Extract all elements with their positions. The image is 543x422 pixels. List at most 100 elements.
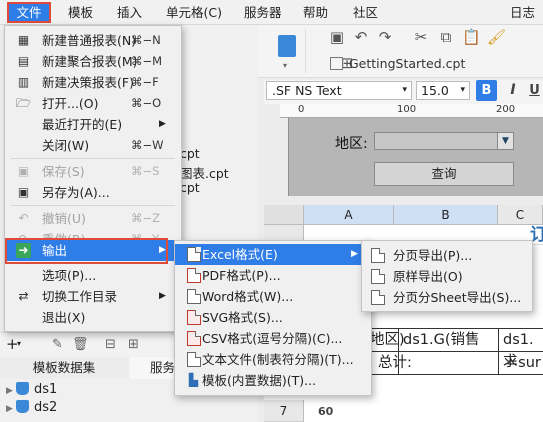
menu-item-label: 新建决策报表(F) [42,75,134,90]
menu-separator [11,158,175,159]
expand-icon[interactable]: ▶ [6,382,16,400]
template-dataset-button[interactable]: ▾ [266,29,306,73]
copy-icon[interactable]: ⧉ [437,28,455,46]
svg-icon [186,310,201,325]
undo-icon: ↶ [18,211,29,225]
italic-button[interactable]: I [503,80,523,101]
font-size-select[interactable]: 15.0 ▾ [416,81,470,100]
menu-help[interactable]: 帮助 [299,3,332,22]
template-icon: ▙ [188,373,199,387]
dataset-item-ds1[interactable]: ▶ ds1 [6,381,57,399]
menu-item-label: 撤销(U) [42,211,86,226]
menu-item-word[interactable]: Word格式(W)... [175,286,371,307]
row-header[interactable]: 7 [264,400,304,422]
menu-cell[interactable]: 单元格(C) [162,3,226,22]
menu-item-excel[interactable]: Excel格式(E) ▶ [175,244,371,265]
underline-button[interactable]: U [526,80,543,101]
dropdown-arrow-icon[interactable]: ▼ [497,133,513,149]
excel-submenu: 分页导出(P)... 原样导出(O) 分页分Sheet导出(S)... [361,240,533,312]
database-icon [16,400,29,413]
menu-item-open[interactable]: 🗁 打开...(O) ⌘−O [5,93,181,114]
bold-button[interactable]: B [476,80,497,101]
column-header-a[interactable]: A [304,205,394,225]
menu-item-shortcut: ⌘−F [131,75,159,89]
menu-item-switch-dir[interactable]: ⇄ 切换工作目录 ▶ [5,286,181,307]
menu-item-excel-paged[interactable]: 分页导出(P)... [362,245,532,266]
menu-log[interactable]: 日志 [506,3,539,22]
menu-item-save-as[interactable]: ▣ 另存为(A)... [5,182,181,203]
menu-item-new-decision-report[interactable]: ▥ 新建决策报表(F) ⌘−F [5,72,181,93]
menu-insert[interactable]: 插入 [113,3,146,22]
tab-template-datasets[interactable]: 模板数据集 [0,357,128,379]
menu-item-options[interactable]: 选项(P)... [5,265,181,286]
menu-item-pdf[interactable]: PDF格式(P)... [175,265,371,286]
ruler-mark: 200 [496,104,516,115]
menu-item-csv[interactable]: CSV格式(逗号分隔)(C)... [175,328,371,349]
cell-c4[interactable]: =sur [506,352,541,374]
cell-b3[interactable]: ds1.G(销售 [403,329,480,351]
query-button[interactable]: 查询 [374,162,514,186]
menu-item-template-builtin[interactable]: ▙ 模板(内置数据)(T)... [175,370,371,391]
pdf-icon [186,268,201,283]
text-file-icon [186,352,201,367]
area-combobox[interactable]: ▼ [374,132,514,150]
menu-item-shortcut: ⌘−Z [131,211,161,225]
menu-item-label: 切换工作目录 [42,289,118,304]
menu-item-close[interactable]: 关闭(W) ⌘−W [5,135,181,156]
menu-item-label: 原样导出(O) [393,269,463,284]
submenu-arrow-icon: ▶ [159,119,166,129]
horizontal-ruler: 0 100 200 [280,104,543,118]
menu-item-svg[interactable]: SVG格式(S)... [175,307,371,328]
tab-label: GettingStarted.cpt [349,56,466,71]
highlight-box [5,238,168,264]
menu-item-new-normal-report[interactable]: ▦ 新建普通报表(N) ⌘−N [5,30,181,51]
chevron-down-icon[interactable]: ▾ [17,339,21,348]
save-as-icon: ▣ [17,185,30,199]
file-list-item[interactable]: cpt [180,180,200,195]
file-list-item[interactable]: cpt [180,146,200,161]
column-header-b[interactable]: B [394,205,498,225]
undo-icon[interactable]: ↶ [352,28,370,46]
database-icon [16,382,29,395]
cut-icon[interactable]: ✂ [412,28,430,46]
format-brush-icon[interactable]: 🖌 [487,28,506,46]
menu-item-label: 打开...(O) [42,96,99,111]
menu-server[interactable]: 服务器 [240,3,286,22]
menubar: 文件 模板 插入 单元格(C) 服务器 帮助 社区 日志 [0,0,543,25]
menu-template[interactable]: 模板 [64,3,97,22]
menu-item-undo[interactable]: ↶ 撤销(U) ⌘−Z [5,208,181,229]
expand-icon[interactable]: ▶ [6,400,16,418]
paste-icon[interactable]: 📋 [462,28,481,46]
word-icon [186,289,201,304]
edit-icon[interactable]: ✎ [52,337,63,352]
menu-item-label: Excel格式(E) [202,247,278,262]
menu-community[interactable]: 社区 [349,3,382,22]
preview-icon[interactable]: ⊟ [105,337,116,352]
redo-icon[interactable]: ↷ [376,28,394,46]
menu-file[interactable]: 文件 [7,2,51,23]
dataset-item-ds2[interactable]: ▶ ds2 [6,399,57,417]
menu-item-excel-sheet[interactable]: 分页分Sheet导出(S)... [362,287,532,308]
ruler-value: 60 [318,405,334,418]
font-family-select[interactable]: .SF NS Text ▾ [266,81,412,100]
menu-separator [11,205,175,206]
export-submenu: Excel格式(E) ▶ PDF格式(P)... Word格式(W)... SVG… [174,240,372,396]
menu-item-save[interactable]: ▣ 保存(S) ⌘−S [5,161,181,182]
tab-report-file[interactable]: GettingStarted.cpt [330,53,540,75]
menu-item-label: 关闭(W) [42,138,90,153]
grid-corner [264,205,304,225]
menu-item-recent[interactable]: 最近打开的(E) ▶ [5,114,181,135]
submenu-arrow-icon: ▶ [351,249,358,259]
server-dataset-icon[interactable]: ⊞ [128,337,139,352]
cell-b4[interactable]: 总计: [378,352,412,374]
menu-item-label: PDF格式(P)... [202,268,281,283]
column-header-c[interactable]: C [498,205,543,225]
menu-item-excel-original[interactable]: 原样导出(O) [362,266,532,287]
delete-icon[interactable]: 🗑 [72,337,89,352]
save-icon[interactable]: ▣ [328,28,346,46]
menu-item-new-aggregate-report[interactable]: ▤ 新建聚合报表(M) ⌘−M [5,51,181,72]
excel-sheet-icon [370,290,385,305]
cell-a3[interactable]: 地区) [370,329,405,351]
menu-item-exit[interactable]: 退出(X) [5,307,181,328]
menu-item-text[interactable]: 文本文件(制表符分隔)(T)... [175,349,371,370]
